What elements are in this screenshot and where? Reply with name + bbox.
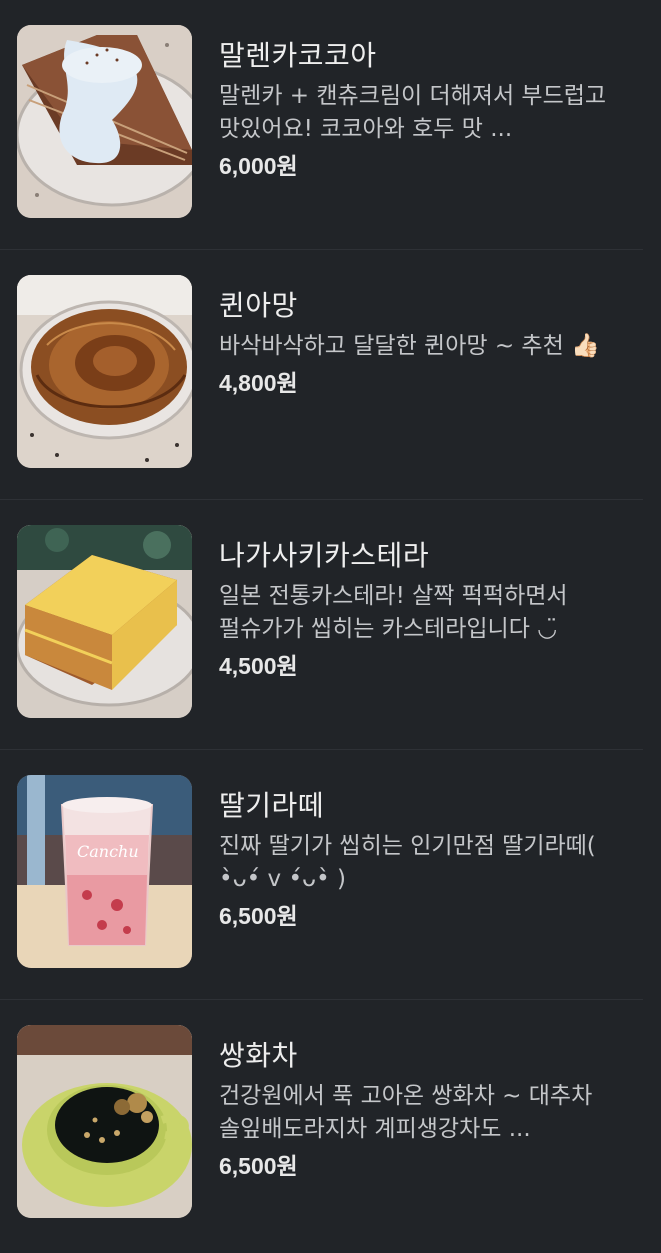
menu-item-name: 쌍화차 <box>219 1039 298 1072</box>
menu-item-description: 일본 전통카스테라! 살짝 퍽퍽하면서 펄슈가가 씹히는 카스테라입니다 ◡̈ <box>219 583 568 642</box>
menu-list: 말렌카코코아 말렌카 + 캔츄크림이 더해져서 부드럽고 맛있어요! 코코아와 … <box>0 0 661 1250</box>
menu-item-description: 바삭바삭하고 달달한 퀸아망 ~ 추천 👍🏻 <box>219 333 600 359</box>
cup-logo-text: Canchu <box>77 842 139 861</box>
chocolate-cake-image <box>17 25 192 218</box>
strawberry-latte-image: Canchu <box>17 775 192 968</box>
menu-item-photo[interactable] <box>17 25 192 218</box>
ssanghwa-tea-image <box>17 1025 192 1218</box>
menu-item-price: 4,500원 <box>219 653 298 679</box>
menu-item-price: 6,000원 <box>219 153 298 179</box>
menu-item-name: 퀸아망 <box>219 289 298 322</box>
menu-item-info: 퀸아망 바삭바삭하고 달달한 퀸아망 ~ 추천 👍🏻 4,800원 <box>219 286 637 398</box>
menu-item[interactable]: 퀸아망 바삭바삭하고 달달한 퀸아망 ~ 추천 👍🏻 4,800원 <box>0 250 643 500</box>
menu-item-description: 말렌카 + 캔츄크림이 더해져서 부드럽고 맛있어요! 코코아와 호두 맛 ..… <box>219 83 607 142</box>
castella-image <box>17 525 192 718</box>
menu-item-photo[interactable]: Canchu <box>17 775 192 968</box>
menu-item-info: 말렌카코코아 말렌카 + 캔츄크림이 더해져서 부드럽고 맛있어요! 코코아와 … <box>219 36 637 181</box>
menu-item-price: 6,500원 <box>219 1153 298 1179</box>
menu-item[interactable]: 말렌카코코아 말렌카 + 캔츄크림이 더해져서 부드럽고 맛있어요! 코코아와 … <box>0 0 643 250</box>
menu-item-name: 딸기라떼 <box>219 789 325 822</box>
menu-item[interactable]: 나가사키카스테라 일본 전통카스테라! 살짝 퍽퍽하면서 펄슈가가 씹히는 카스… <box>0 500 643 750</box>
menu-item-info: 쌍화차 건강원에서 푹 고아온 쌍화차 ~ 대추차 솔잎배도라지차 계피생강차도… <box>219 1036 637 1181</box>
menu-item-photo[interactable] <box>17 275 192 468</box>
menu-item-description: 건강원에서 푹 고아온 쌍화차 ~ 대추차 솔잎배도라지차 계피생강차도 ... <box>219 1083 593 1142</box>
menu-item[interactable]: Canchu 딸기라떼 진짜 딸기가 씹히는 인기만점 딸기라떼( •̀ᴗ•́ … <box>0 750 643 1000</box>
kouign-amann-image <box>17 275 192 468</box>
menu-item-name: 나가사키카스테라 <box>219 539 430 572</box>
menu-item-name: 말렌카코코아 <box>219 39 377 72</box>
menu-item-info: 딸기라떼 진짜 딸기가 씹히는 인기만점 딸기라떼( •̀ᴗ•́ v •́ᴗ•̀… <box>219 786 637 931</box>
menu-item-info: 나가사키카스테라 일본 전통카스테라! 살짝 퍽퍽하면서 펄슈가가 씹히는 카스… <box>219 536 637 681</box>
menu-item-photo[interactable] <box>17 525 192 718</box>
menu-item-price: 4,800원 <box>219 370 298 396</box>
menu-item-description: 진짜 딸기가 씹히는 인기만점 딸기라떼( •̀ᴗ•́ v •́ᴗ•̀ ) <box>219 833 596 892</box>
menu-item-photo[interactable] <box>17 1025 192 1218</box>
menu-item-price: 6,500원 <box>219 903 298 929</box>
menu-item[interactable]: 쌍화차 건강원에서 푹 고아온 쌍화차 ~ 대추차 솔잎배도라지차 계피생강차도… <box>0 1000 643 1250</box>
